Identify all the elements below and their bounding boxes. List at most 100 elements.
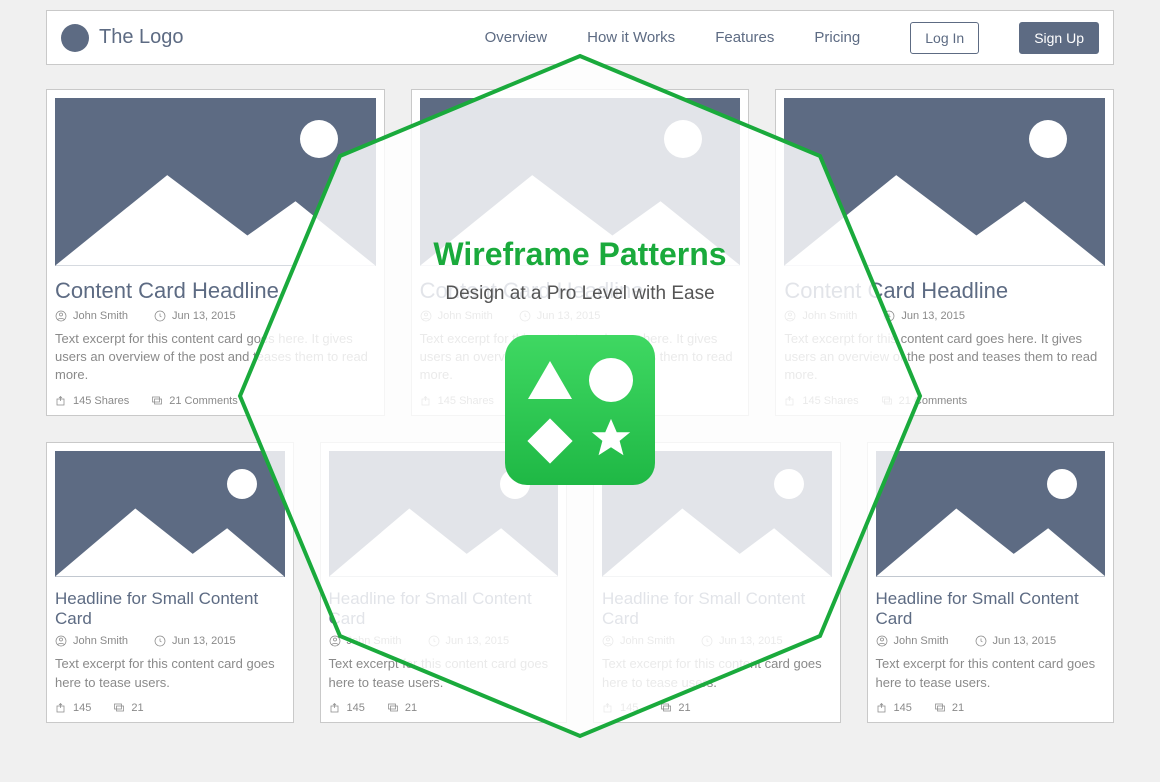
content-card-small[interactable]: Headline for Small Content Card John Smi…: [46, 442, 294, 723]
nav-pricing[interactable]: Pricing: [814, 29, 860, 46]
mountain-icon: [329, 501, 559, 577]
image-placeholder: [55, 451, 285, 577]
content-card-small[interactable]: Headline for Small Content Card John Smi…: [593, 442, 841, 723]
clock-icon: [883, 310, 895, 322]
main-nav: Overview How it Works Features Pricing L…: [485, 22, 1099, 54]
sun-icon: [1029, 120, 1067, 158]
card-date: Jun 13, 2015: [993, 635, 1057, 647]
card-comments: 21 Comments: [899, 395, 967, 407]
clock-icon: [428, 635, 440, 647]
card-author: John Smith: [894, 635, 949, 647]
share-icon: [602, 702, 614, 714]
content-card-small[interactable]: Headline for Small Content Card John Smi…: [867, 442, 1115, 723]
sun-icon: [1047, 469, 1077, 499]
content-card[interactable]: Content Card Headline John Smith Jun 13,…: [775, 89, 1114, 416]
clock-icon: [154, 310, 166, 322]
share-icon: [55, 702, 67, 714]
sun-icon: [774, 469, 804, 499]
card-comments: 21: [678, 702, 690, 714]
image-placeholder: [602, 451, 832, 577]
share-icon: [329, 702, 341, 714]
card-comments: 21 Comments: [534, 395, 602, 407]
comment-icon: [934, 702, 946, 714]
card-date: Jun 13, 2015: [901, 310, 965, 322]
nav-how-it-works[interactable]: How it Works: [587, 29, 675, 46]
user-icon: [329, 635, 341, 647]
clock-icon: [519, 310, 531, 322]
nav-overview[interactable]: Overview: [485, 29, 548, 46]
mountain-icon: [55, 165, 376, 266]
comment-icon: [387, 702, 399, 714]
clock-icon: [975, 635, 987, 647]
user-icon: [876, 635, 888, 647]
user-icon: [55, 635, 67, 647]
card-author: John Smith: [438, 310, 493, 322]
card-date: Jun 13, 2015: [719, 635, 783, 647]
card-author: John Smith: [73, 310, 128, 322]
logo-text: The Logo: [99, 26, 184, 49]
login-button[interactable]: Log In: [910, 22, 979, 54]
card-excerpt: Text excerpt for this content card goes …: [876, 655, 1106, 691]
share-icon: [420, 395, 432, 407]
card-date: Jun 13, 2015: [172, 310, 236, 322]
sun-icon: [500, 469, 530, 499]
card-meta: John Smith Jun 13, 2015: [55, 635, 285, 647]
mountain-icon: [876, 501, 1106, 577]
user-icon: [784, 310, 796, 322]
logo[interactable]: The Logo: [61, 24, 184, 52]
card-shares: 145: [73, 702, 91, 714]
card-shares: 145: [620, 702, 638, 714]
comment-icon: [151, 395, 163, 407]
card-stats: 145 Shares 21 Comments: [55, 395, 376, 407]
card-headline: Content Card Headline: [784, 278, 1105, 304]
card-stats: 145 21: [55, 702, 285, 714]
content-card-small[interactable]: Headline for Small Content Card John Smi…: [320, 442, 568, 723]
image-placeholder: [329, 451, 559, 577]
clock-icon: [701, 635, 713, 647]
card-comments: 21 Comments: [169, 395, 237, 407]
card-excerpt: Text excerpt for this content card goes …: [55, 330, 376, 385]
nav-features[interactable]: Features: [715, 29, 774, 46]
card-meta: John Smith Jun 13, 2015: [329, 635, 559, 647]
card-comments: 21: [131, 702, 143, 714]
image-placeholder: [55, 98, 376, 266]
card-meta: John Smith Jun 13, 2015: [420, 310, 741, 322]
card-headline: Headline for Small Content Card: [876, 589, 1106, 630]
content-card[interactable]: Content Card Headline John Smith Jun 13,…: [46, 89, 385, 416]
small-cards-row: Headline for Small Content Card John Smi…: [46, 442, 1114, 723]
card-date: Jun 13, 2015: [446, 635, 510, 647]
user-icon: [55, 310, 67, 322]
card-author: John Smith: [73, 635, 128, 647]
card-comments: 21: [405, 702, 417, 714]
card-shares: 145 Shares: [802, 395, 858, 407]
card-author: John Smith: [347, 635, 402, 647]
image-placeholder: [784, 98, 1105, 266]
card-excerpt: Text excerpt for this content card goes …: [420, 330, 741, 385]
card-headline: Headline for Small Content Card: [329, 589, 559, 630]
card-shares: 145: [347, 702, 365, 714]
mountain-icon: [420, 165, 741, 266]
card-excerpt: Text excerpt for this content card goes …: [602, 655, 832, 691]
comment-icon: [660, 702, 672, 714]
mountain-icon: [55, 501, 285, 577]
image-placeholder: [876, 451, 1106, 577]
sun-icon: [300, 120, 338, 158]
logo-icon: [61, 24, 89, 52]
comment-icon: [516, 395, 528, 407]
comment-icon: [113, 702, 125, 714]
mountain-icon: [602, 501, 832, 577]
signup-button[interactable]: Sign Up: [1019, 22, 1099, 54]
card-headline: Headline for Small Content Card: [602, 589, 832, 630]
sun-icon: [227, 469, 257, 499]
card-meta: John Smith Jun 13, 2015: [876, 635, 1106, 647]
header-bar: The Logo Overview How it Works Features …: [46, 10, 1114, 65]
card-shares: 145 Shares: [73, 395, 129, 407]
comment-icon: [881, 395, 893, 407]
card-headline: Headline for Small Content Card: [55, 589, 285, 630]
clock-icon: [154, 635, 166, 647]
content-card[interactable]: Content Card Headline John Smith Jun 13,…: [411, 89, 750, 416]
share-icon: [55, 395, 67, 407]
large-cards-row: Content Card Headline John Smith Jun 13,…: [46, 89, 1114, 416]
card-headline: Content Card Headline: [420, 278, 741, 304]
card-date: Jun 13, 2015: [537, 310, 601, 322]
